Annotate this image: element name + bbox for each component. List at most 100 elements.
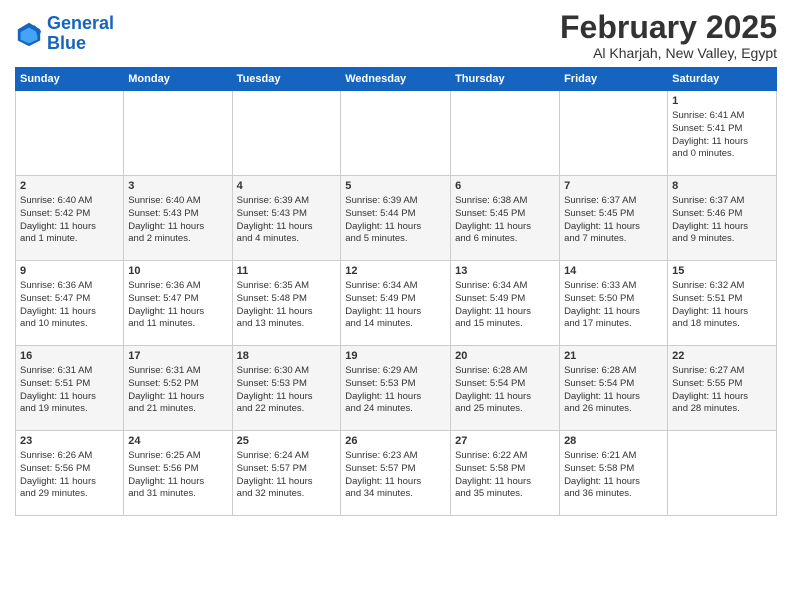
day-info: Daylight: 11 hours [20, 476, 96, 487]
day-info: Sunset: 5:58 PM [564, 463, 634, 474]
table-row [124, 91, 232, 176]
day-number: 14 [564, 264, 663, 279]
day-number: 1 [672, 94, 772, 109]
day-info: Sunset: 5:50 PM [564, 293, 634, 304]
col-friday: Friday [560, 68, 668, 91]
table-row: 3Sunrise: 6:40 AMSunset: 5:43 PMDaylight… [124, 176, 232, 261]
day-info: Daylight: 11 hours [564, 221, 640, 232]
table-row: 14Sunrise: 6:33 AMSunset: 5:50 PMDayligh… [560, 261, 668, 346]
day-info: Sunset: 5:44 PM [345, 208, 415, 219]
day-info: Sunset: 5:55 PM [672, 378, 742, 389]
day-info: Daylight: 11 hours [672, 391, 748, 402]
day-info: Daylight: 11 hours [128, 476, 204, 487]
table-row: 24Sunrise: 6:25 AMSunset: 5:56 PMDayligh… [124, 431, 232, 516]
day-info: Sunset: 5:49 PM [455, 293, 525, 304]
day-number: 28 [564, 434, 663, 449]
table-row [560, 91, 668, 176]
day-info: Daylight: 11 hours [672, 221, 748, 232]
day-info: and 0 minutes. [672, 148, 734, 159]
day-number: 24 [128, 434, 227, 449]
day-info: Sunset: 5:53 PM [345, 378, 415, 389]
day-number: 12 [345, 264, 446, 279]
day-info: and 24 minutes. [345, 403, 413, 414]
day-info: and 18 minutes. [672, 318, 740, 329]
day-info: Sunrise: 6:22 AM [455, 450, 527, 461]
day-info: Sunrise: 6:32 AM [672, 280, 744, 291]
table-row [451, 91, 560, 176]
day-info: Daylight: 11 hours [128, 391, 204, 402]
table-row [16, 91, 124, 176]
day-info: and 4 minutes. [237, 233, 299, 244]
day-info: Sunset: 5:47 PM [128, 293, 198, 304]
day-info: Daylight: 11 hours [345, 221, 421, 232]
day-info: Sunrise: 6:34 AM [455, 280, 527, 291]
table-row: 16Sunrise: 6:31 AMSunset: 5:51 PMDayligh… [16, 346, 124, 431]
day-info: Daylight: 11 hours [237, 391, 313, 402]
header: General Blue February 2025 Al Kharjah, N… [15, 10, 777, 61]
day-info: Sunset: 5:58 PM [455, 463, 525, 474]
title-area: February 2025 Al Kharjah, New Valley, Eg… [560, 10, 777, 61]
logo: General Blue [15, 14, 114, 54]
day-info: and 25 minutes. [455, 403, 523, 414]
table-row: 6Sunrise: 6:38 AMSunset: 5:45 PMDaylight… [451, 176, 560, 261]
day-info: Daylight: 11 hours [455, 221, 531, 232]
day-info: Sunrise: 6:24 AM [237, 450, 309, 461]
table-row: 4Sunrise: 6:39 AMSunset: 5:43 PMDaylight… [232, 176, 341, 261]
day-number: 9 [20, 264, 119, 279]
day-info: Sunrise: 6:39 AM [237, 195, 309, 206]
day-info: Sunrise: 6:35 AM [237, 280, 309, 291]
table-row: 17Sunrise: 6:31 AMSunset: 5:52 PMDayligh… [124, 346, 232, 431]
day-info: Sunrise: 6:39 AM [345, 195, 417, 206]
logo-line2: Blue [47, 33, 86, 53]
day-info: and 34 minutes. [345, 488, 413, 499]
day-info: and 1 minute. [20, 233, 78, 244]
day-info: Sunrise: 6:36 AM [128, 280, 200, 291]
main-title: February 2025 [560, 10, 777, 45]
day-info: and 26 minutes. [564, 403, 632, 414]
day-info: Daylight: 11 hours [20, 221, 96, 232]
day-info: Sunset: 5:54 PM [455, 378, 525, 389]
day-number: 23 [20, 434, 119, 449]
day-number: 7 [564, 179, 663, 194]
day-number: 2 [20, 179, 119, 194]
day-info: Sunset: 5:47 PM [20, 293, 90, 304]
day-number: 4 [237, 179, 337, 194]
week-row-4: 23Sunrise: 6:26 AM Sunset: 5:56 PM Dayligh… [16, 431, 777, 516]
day-info: and 11 minutes. [128, 318, 195, 329]
day-info: Sunset: 5:52 PM [128, 378, 198, 389]
day-number: 27 [455, 434, 555, 449]
day-number: 10 [128, 264, 227, 279]
day-info: Sunrise: 6:26 AM [20, 450, 92, 461]
day-info: Sunrise: 6:27 AM [672, 365, 744, 376]
table-row: 21Sunrise: 6:28 AMSunset: 5:54 PMDayligh… [560, 346, 668, 431]
day-info: and 35 minutes. [455, 488, 523, 499]
day-info: Daylight: 11 hours [237, 476, 313, 487]
table-row: 8Sunrise: 6:37 AMSunset: 5:46 PMDaylight… [668, 176, 777, 261]
day-info: Daylight: 11 hours [237, 221, 313, 232]
day-info: Daylight: 11 hours [455, 391, 531, 402]
day-number: 16 [20, 349, 119, 364]
day-info: Sunset: 5:57 PM [345, 463, 415, 474]
day-info: and 10 minutes. [20, 318, 88, 329]
day-info: Sunrise: 6:25 AM [128, 450, 200, 461]
day-info: Daylight: 11 hours [564, 476, 640, 487]
table-row: 20Sunrise: 6:28 AMSunset: 5:54 PMDayligh… [451, 346, 560, 431]
table-row: 10Sunrise: 6:36 AMSunset: 5:47 PMDayligh… [124, 261, 232, 346]
day-info: and 28 minutes. [672, 403, 740, 414]
day-info: Daylight: 11 hours [672, 306, 748, 317]
day-number: 22 [672, 349, 772, 364]
table-row: 12Sunrise: 6:34 AMSunset: 5:49 PMDayligh… [341, 261, 451, 346]
day-info: Daylight: 11 hours [564, 306, 640, 317]
day-info: Sunrise: 6:40 AM [20, 195, 92, 206]
calendar-table: Sunday Monday Tuesday Wednesday Thursday… [15, 67, 777, 516]
day-number: 18 [237, 349, 337, 364]
day-info: Daylight: 11 hours [345, 476, 421, 487]
day-info: and 2 minutes. [128, 233, 190, 244]
day-info: Sunset: 5:56 PM [20, 463, 90, 474]
day-info: and 17 minutes. [564, 318, 632, 329]
day-info: Sunrise: 6:40 AM [128, 195, 200, 206]
table-row: 19Sunrise: 6:29 AMSunset: 5:53 PMDayligh… [341, 346, 451, 431]
day-info: Daylight: 11 hours [455, 306, 531, 317]
day-info: and 14 minutes. [345, 318, 413, 329]
day-info: Sunset: 5:54 PM [564, 378, 634, 389]
